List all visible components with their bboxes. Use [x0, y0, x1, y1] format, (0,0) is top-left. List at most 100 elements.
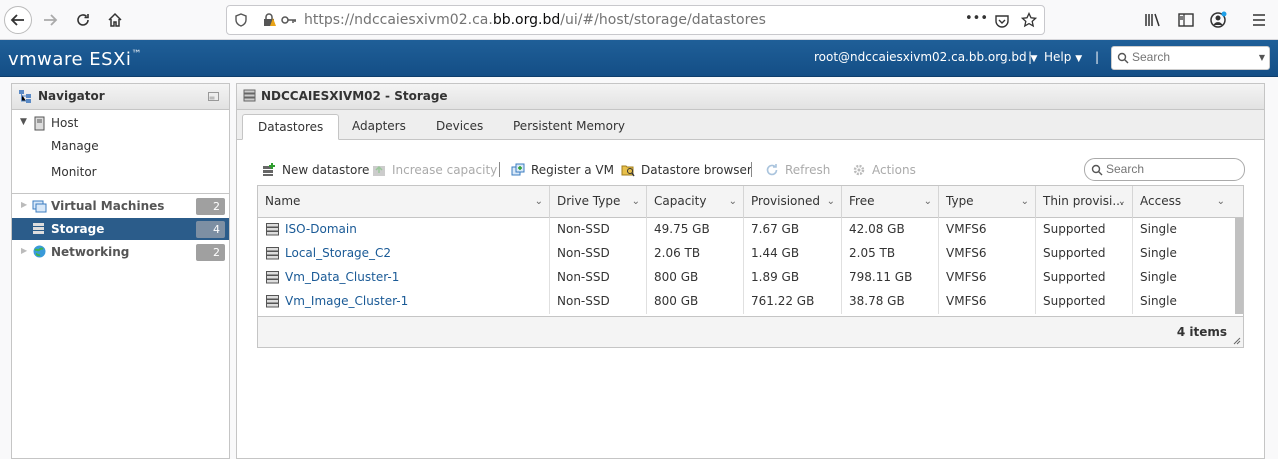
- chevron-down-icon[interactable]: ▼: [20, 117, 27, 127]
- chevron-down-icon[interactable]: ⌄: [1021, 186, 1029, 217]
- column-header-capacity[interactable]: Capacity ⌄: [647, 186, 744, 218]
- drive-type-cell: Non-SSD: [550, 290, 647, 314]
- pocket-icon[interactable]: [994, 13, 1010, 29]
- free-cell: 38.78 GB: [842, 290, 939, 314]
- nav-item-networking[interactable]: ▶ Networking 2: [12, 241, 229, 263]
- tab-persistent-memory[interactable]: Persistent Memory: [498, 114, 640, 140]
- chevron-down-icon[interactable]: ⌄: [1217, 186, 1225, 217]
- datastore-name[interactable]: ISO-Domain: [285, 222, 357, 236]
- chevron-down-icon[interactable]: ⌄: [924, 186, 932, 217]
- datastore-name[interactable]: Vm_Image_Cluster-1: [285, 294, 408, 308]
- resize-handle-icon[interactable]: [1233, 337, 1241, 345]
- network-globe-icon: [33, 245, 46, 258]
- nav-item-virtual-machines[interactable]: ▶ Virtual Machines 2: [12, 195, 229, 217]
- chevron-down-icon[interactable]: ⌄: [535, 186, 543, 217]
- column-header-drive-type[interactable]: Drive Type ⌄: [550, 186, 647, 218]
- table-header: Name ⌄ Drive Type ⌄ Capacity ⌄ Provisioned ⌄…: [258, 186, 1243, 218]
- collapse-panel-icon[interactable]: [208, 92, 219, 101]
- forward-button[interactable]: [36, 6, 64, 34]
- tab-adapters[interactable]: Adapters: [337, 114, 421, 140]
- new-datastore-button[interactable]: New datastore: [262, 161, 369, 179]
- thin-provisioning-cell: Supported: [1036, 266, 1133, 290]
- tab-devices[interactable]: Devices: [421, 114, 498, 140]
- table-row[interactable]: ISO-Domain Non-SSD 49.75 GB 7.67 GB 42.0…: [258, 218, 1234, 242]
- capacity-cell: 800 GB: [647, 290, 744, 314]
- table-row[interactable]: Vm_Image_Cluster-1 Non-SSD 800 GB 761.22…: [258, 290, 1234, 314]
- column-header-provisioned[interactable]: Provisioned ⌄: [744, 186, 842, 218]
- address-bar[interactable]: https://ndccaiesxivm02.ca.bb.org.bd/ui/#…: [226, 5, 1045, 35]
- column-header-type[interactable]: Type ⌄: [939, 186, 1036, 218]
- items-count: 4 items: [1176, 325, 1227, 339]
- chevron-down-icon[interactable]: ⌄: [632, 186, 640, 217]
- capacity-cell: 800 GB: [647, 266, 744, 290]
- provisioned-cell: 1.89 GB: [744, 266, 842, 290]
- register-vm-button[interactable]: Register a VM: [511, 161, 614, 179]
- chevron-down-icon[interactable]: ⌄: [729, 186, 737, 217]
- page-actions-menu[interactable]: •••: [965, 11, 988, 26]
- grid-search[interactable]: [1084, 158, 1245, 181]
- datastore-name-cell[interactable]: Local_Storage_C2: [258, 242, 550, 266]
- actions-menu-button[interactable]: Actions: [852, 161, 916, 179]
- datastore-name-cell[interactable]: Vm_Data_Cluster-1: [258, 266, 550, 290]
- storage-icon: [243, 89, 256, 102]
- nav-label: Virtual Machines: [51, 199, 165, 213]
- library-icon[interactable]: [1143, 10, 1163, 30]
- table-footer: 4 items: [258, 316, 1243, 347]
- column-header-access[interactable]: Access ⌄: [1133, 186, 1231, 218]
- table-row[interactable]: Vm_Data_Cluster-1 Non-SSD 800 GB 1.89 GB…: [258, 266, 1234, 290]
- column-header-thin-provisioning[interactable]: Thin provisi... ⌄: [1036, 186, 1133, 218]
- chevron-right-icon[interactable]: ▶: [21, 246, 27, 255]
- free-cell: 2.05 TB: [842, 242, 939, 266]
- datastore-name-cell[interactable]: Vm_Image_Cluster-1: [258, 290, 550, 314]
- actions-label: Actions: [872, 163, 916, 177]
- refresh-icon: [766, 164, 778, 176]
- nav-divider: [12, 193, 229, 194]
- navigator-header: Navigator: [12, 84, 229, 110]
- increase-capacity-button[interactable]: Increase capacity: [372, 161, 497, 179]
- chevron-down-icon[interactable]: ⌄: [827, 186, 835, 217]
- account-icon[interactable]: [1208, 10, 1228, 30]
- thin-provisioning-cell: Supported: [1036, 290, 1133, 314]
- refresh-button[interactable]: Refresh: [765, 161, 830, 179]
- datastore-icon: [266, 295, 279, 308]
- nav-label: Storage: [51, 222, 105, 236]
- datastore-name[interactable]: Vm_Data_Cluster-1: [285, 270, 399, 284]
- esxi-header: vmware ESXi™ root@ndccaiesxivm02.ca.bb.o…: [0, 40, 1278, 77]
- datastore-name-cell[interactable]: ISO-Domain: [258, 218, 550, 242]
- back-button[interactable]: [4, 6, 32, 34]
- datastore-name[interactable]: Local_Storage_C2: [285, 246, 391, 260]
- help-menu[interactable]: Help ▼: [1044, 50, 1082, 64]
- datastore-icon: [266, 223, 279, 236]
- column-label: Type: [946, 194, 974, 208]
- datastores-table: Name ⌄ Drive Type ⌄ Capacity ⌄ Provisioned ⌄…: [257, 185, 1244, 348]
- header-search-input[interactable]: [1132, 50, 1247, 64]
- tab-datastores[interactable]: Datastores: [242, 114, 340, 140]
- increase-capacity-icon: [373, 165, 385, 176]
- new-datastore-icon: [263, 163, 275, 176]
- hamburger-menu-icon[interactable]: [1249, 10, 1269, 30]
- nav-item-monitor[interactable]: Monitor: [12, 161, 229, 183]
- navigator-panel: Navigator ▼ Host Manage Monitor ▶ Virtua…: [11, 83, 230, 459]
- chevron-down-icon[interactable]: ▼: [1259, 53, 1265, 62]
- arrow-right-icon: [44, 14, 58, 26]
- reload-button[interactable]: [69, 6, 97, 34]
- column-header-name[interactable]: Name ⌄: [258, 186, 550, 218]
- user-menu[interactable]: root@ndccaiesxivm02.ca.bb.org.bd ▼: [814, 50, 1037, 64]
- column-header-free[interactable]: Free ⌄: [842, 186, 939, 218]
- nav-item-manage[interactable]: Manage: [12, 135, 229, 157]
- nav-item-storage[interactable]: Storage 4: [12, 218, 229, 240]
- home-button[interactable]: [101, 6, 129, 34]
- header-separator: |: [1028, 50, 1033, 64]
- table-row[interactable]: Local_Storage_C2 Non-SSD 2.06 TB 1.44 GB…: [258, 242, 1234, 266]
- nav-item-host[interactable]: ▼ Host: [12, 112, 229, 134]
- datastore-browser-button[interactable]: Datastore browser: [621, 161, 752, 179]
- sidebar-icon[interactable]: [1176, 10, 1196, 30]
- vertical-scrollbar[interactable]: [1235, 218, 1243, 314]
- chevron-down-icon[interactable]: ⌄: [1118, 186, 1126, 217]
- star-icon[interactable]: [1021, 12, 1037, 28]
- grid-search-input[interactable]: [1106, 162, 1236, 176]
- header-search[interactable]: ▼: [1111, 46, 1270, 70]
- chevron-right-icon[interactable]: ▶: [21, 200, 27, 209]
- column-label: Free: [849, 194, 875, 208]
- search-icon: [1091, 164, 1103, 176]
